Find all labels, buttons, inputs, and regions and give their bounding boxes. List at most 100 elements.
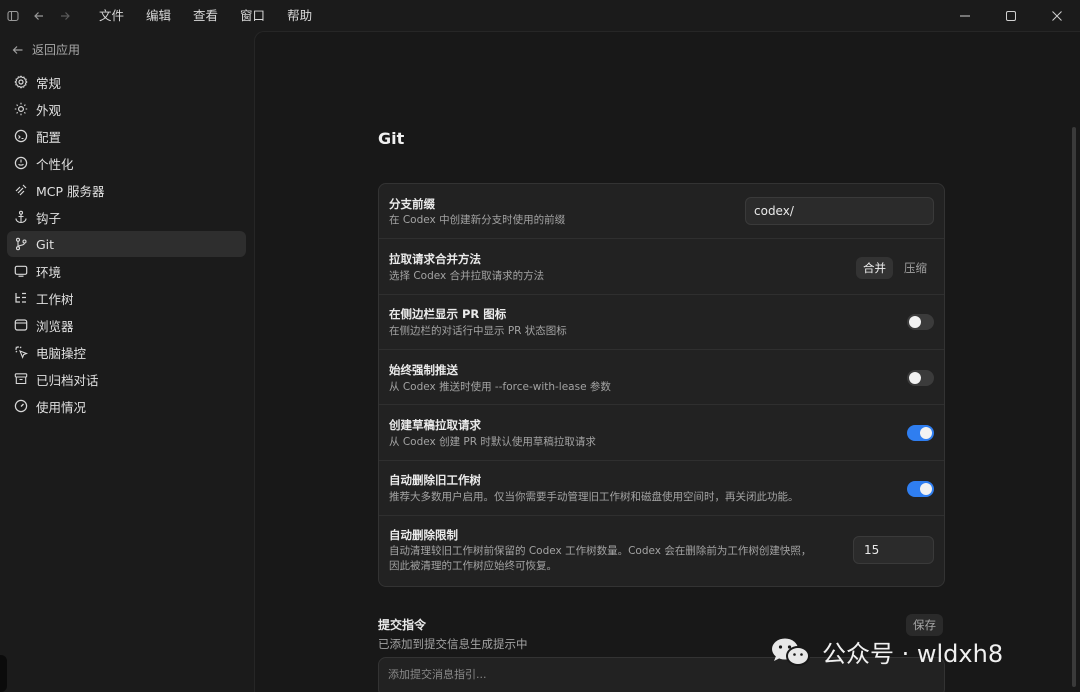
arrow-left-icon [12, 45, 23, 54]
gear-icon [14, 75, 28, 89]
toggle-knob [920, 427, 932, 439]
setting-desc: 推荐大多数用户启用。仅当你需要手动管理旧工作树和磁盘使用空间时，再关闭此功能。 [389, 491, 799, 503]
anchor-icon [15, 210, 27, 224]
gauge-icon [14, 399, 28, 413]
scrollbar[interactable] [1072, 127, 1076, 687]
sidebar-item-label: Git [36, 236, 55, 252]
sidebar-item-label: 工作树 [36, 291, 74, 307]
setting-row-merge-method: 拉取请求合并方法 选择 Codex 合并拉取请求的方法 合并 压缩 [379, 239, 944, 295]
branch-prefix-input[interactable]: codex/ [745, 197, 934, 225]
setting-desc: 从 Codex 推送时使用 --force-with-lease 参数 [389, 381, 611, 393]
git-settings-card: 分支前缀 在 Codex 中创建新分支时使用的前缀 codex/ 拉取请求合并方… [378, 183, 945, 587]
sidebar-item-general[interactable]: 常规 [7, 69, 246, 95]
window-controls [942, 0, 1080, 31]
sidebar-item-label: 常规 [36, 75, 62, 91]
sidebar-item-label: 环境 [36, 264, 62, 280]
menu-help[interactable]: 帮助 [276, 0, 323, 31]
sidebar-toggle-icon[interactable] [2, 5, 24, 27]
setting-title: 自动删除限制 [389, 528, 458, 542]
watermark-text: 公众号 · wldxh8 [822, 640, 1004, 668]
setting-title: 始终强制推送 [389, 363, 458, 377]
sidebar-item-label: 使用情况 [36, 399, 87, 415]
toggle-knob [909, 316, 921, 328]
merge-option-merge[interactable]: 合并 [856, 257, 893, 279]
sidebar-item-browser[interactable]: 浏览器 [7, 312, 246, 338]
maximize-button[interactable] [988, 0, 1034, 31]
sidebar-item-environment[interactable]: 环境 [7, 258, 246, 284]
setting-desc: 选择 Codex 合并拉取请求的方法 [389, 270, 545, 282]
browser-icon [14, 319, 28, 331]
auto-delete-limit-input[interactable]: 15 [853, 536, 934, 564]
sidebar-item-git[interactable]: Git [7, 231, 246, 257]
back-label: 返回应用 [32, 43, 81, 57]
sidebar-item-label: 外观 [36, 102, 62, 118]
sidebar-item-computer-control[interactable]: 电脑操控 [7, 339, 246, 365]
setting-desc: 在侧边栏的对话行中显示 PR 状态图标 [389, 325, 567, 337]
mcp-icon [15, 184, 27, 196]
sidebar-item-label: 钩子 [36, 210, 62, 226]
settings-main-panel: Git 分支前缀 在 Codex 中创建新分支时使用的前缀 codex/ 拉取请… [254, 31, 1080, 692]
config-icon [14, 129, 28, 143]
menu-window[interactable]: 窗口 [229, 0, 276, 31]
sidebar-item-label: 已归档对话 [36, 372, 99, 388]
sidebar-item-label: 浏览器 [36, 318, 74, 334]
toggle-knob [909, 372, 921, 384]
setting-row-show-pr-icon: 在侧边栏显示 PR 图标 在侧边栏的对话行中显示 PR 状态图标 [379, 295, 944, 350]
sun-icon [14, 102, 28, 116]
menu-view[interactable]: 查看 [182, 0, 229, 31]
commit-instructions-desc: 已添加到提交信息生成提示中 [378, 637, 528, 651]
watermark: 公众号 · wldxh8 [770, 634, 1003, 669]
menu-edit[interactable]: 编辑 [135, 0, 182, 31]
sidebar-item-hooks[interactable]: 钩子 [7, 204, 246, 230]
toggle-knob [920, 483, 932, 495]
window-edge [0, 655, 7, 692]
sidebar-item-config[interactable]: 配置 [7, 123, 246, 149]
force-push-toggle[interactable] [907, 370, 934, 386]
sidebar-item-archived-chats[interactable]: 已归档对话 [7, 366, 246, 392]
setting-title: 在侧边栏显示 PR 图标 [389, 307, 507, 321]
setting-row-auto-delete-limit: 自动删除限制 自动清理较旧工作树前保留的 Codex 工作树数量。Codex 会… [379, 516, 944, 586]
save-button[interactable]: 保存 [906, 614, 943, 636]
setting-row-branch-prefix: 分支前缀 在 Codex 中创建新分支时使用的前缀 codex/ [379, 184, 944, 239]
setting-title: 拉取请求合并方法 [389, 252, 481, 266]
back-arrow-icon[interactable] [28, 5, 50, 27]
wechat-logo-icon [770, 637, 812, 667]
draft-pr-toggle[interactable] [907, 425, 934, 441]
sidebar-item-label: 配置 [36, 129, 62, 145]
auto-delete-toggle[interactable] [907, 481, 934, 497]
settings-nav: 常规 外观 配置 个性化 MCP 服务器 钩子 Git 环境 工作树 浏览器 电… [7, 69, 246, 420]
back-to-app-link[interactable]: 返回应用 [12, 41, 80, 58]
menu-file[interactable]: 文件 [88, 0, 135, 31]
merge-method-segmented-control: 合并 压缩 [856, 257, 934, 279]
sidebar-item-label: 个性化 [36, 156, 74, 172]
commit-instructions-title: 提交指令 [378, 618, 427, 632]
setting-row-auto-delete: 自动删除旧工作树 推荐大多数用户启用。仅当你需要手动管理旧工作树和磁盘使用空间时… [379, 461, 944, 516]
page-title: Git [378, 129, 405, 148]
archive-icon [14, 373, 28, 385]
worktree-icon [15, 292, 26, 303]
monitor-icon [14, 265, 28, 277]
show-pr-icon-toggle[interactable] [907, 314, 934, 330]
setting-title: 创建草稿拉取请求 [389, 418, 481, 432]
sidebar-item-personalization[interactable]: 个性化 [7, 150, 246, 176]
setting-title: 自动删除旧工作树 [389, 473, 481, 487]
sidebar-item-worktree[interactable]: 工作树 [7, 285, 246, 311]
cursor-click-icon [15, 346, 28, 359]
menu-bar: 文件 编辑 查看 窗口 帮助 [88, 0, 323, 31]
smile-icon [14, 156, 28, 170]
title-bar: 文件 编辑 查看 窗口 帮助 [0, 0, 1080, 31]
sidebar-item-appearance[interactable]: 外观 [7, 96, 246, 122]
minimize-button[interactable] [942, 0, 988, 31]
sidebar-item-label: 电脑操控 [36, 345, 87, 361]
sidebar-item-usage[interactable]: 使用情况 [7, 393, 246, 419]
setting-title: 分支前缀 [389, 197, 435, 211]
setting-desc: 从 Codex 创建 PR 时默认使用草稿拉取请求 [389, 436, 596, 448]
close-button[interactable] [1034, 0, 1080, 31]
settings-sidebar: 返回应用 常规 外观 配置 个性化 MCP 服务器 钩子 Git 环境 工作树 … [0, 31, 254, 692]
forward-arrow-icon[interactable] [54, 5, 76, 27]
sidebar-item-label: MCP 服务器 [36, 183, 105, 199]
merge-option-squash[interactable]: 压缩 [897, 257, 934, 279]
setting-row-force-push: 始终强制推送 从 Codex 推送时使用 --force-with-lease … [379, 350, 944, 405]
setting-desc: 自动清理较旧工作树前保留的 Codex 工作树数量。Codex 会在删除前为工作… [389, 545, 812, 572]
sidebar-item-mcp-servers[interactable]: MCP 服务器 [7, 177, 246, 203]
